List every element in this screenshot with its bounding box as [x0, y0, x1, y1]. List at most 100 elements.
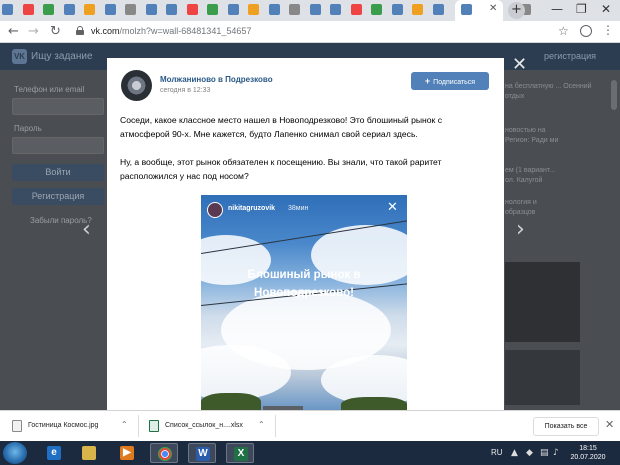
tab-favicon-icon[interactable] [207, 4, 218, 15]
post-date[interactable]: сегодня в 12:33 [160, 87, 210, 94]
new-tab-button[interactable]: + [508, 2, 525, 19]
media-player-icon: ▶ [120, 446, 134, 460]
downloads-close-icon[interactable]: ✕ [605, 418, 614, 431]
tab-favicon-icon[interactable] [309, 4, 321, 15]
tab-favicon-icon[interactable] [2, 4, 13, 15]
phone-field[interactable] [12, 98, 104, 115]
page-scrollbar[interactable] [611, 80, 617, 110]
subscribe-label: Подписаться [433, 79, 476, 86]
start-button[interactable] [3, 442, 27, 464]
tab-favicon-icon[interactable] [412, 4, 423, 15]
background-photo[interactable] [505, 262, 580, 342]
chevron-up-icon[interactable]: ⌃ [258, 420, 265, 429]
back-button[interactable]: ← [8, 24, 19, 39]
bookmark-star-icon[interactable]: ☆ [558, 24, 569, 38]
tab-favicon-icon[interactable] [43, 4, 54, 15]
password-field[interactable] [12, 137, 104, 154]
windows-taskbar: e ▶ W X RU ▲ ◆ ▤ ♪ 18:15 20.07.2020 [0, 441, 620, 465]
taskbar-word[interactable]: W [188, 443, 216, 463]
tab-favicon-icon[interactable] [186, 4, 198, 15]
chevron-up-icon[interactable]: ⌃ [121, 420, 128, 429]
window-close-button[interactable]: ✕ [601, 2, 611, 16]
tab-favicon-icon[interactable] [289, 4, 300, 15]
register-button[interactable]: Регистрация [12, 188, 104, 205]
maximize-button[interactable]: ❐ [576, 2, 587, 16]
story-image[interactable]: nikitagruzovik 38мин ✕ Блошиный рынок в … [201, 195, 407, 410]
story-caption: Блошиный рынок в Новоподрезково! [201, 266, 407, 302]
profile-icon[interactable] [580, 25, 592, 37]
tab-close-icon[interactable]: ✕ [489, 3, 497, 14]
tree-shape [341, 397, 407, 410]
subscribe-button[interactable]: + Подписаться [411, 72, 489, 90]
clock-date: 20.07.2020 [570, 454, 606, 461]
lock-icon [76, 26, 84, 35]
network-icon[interactable]: ▤ [540, 448, 549, 458]
taskbar-explorer[interactable] [75, 443, 103, 463]
tab-favicon-icon[interactable] [432, 4, 444, 15]
tab-favicon-icon[interactable] [350, 4, 362, 15]
tab-strip [0, 0, 620, 21]
download-item[interactable]: Гостиница Космос.jpg ⌃ [8, 417, 133, 436]
right-note: на бесплатную ... Осенний [505, 83, 592, 90]
tray-shield-icon[interactable]: ◆ [526, 448, 533, 458]
forward-button[interactable]: → [28, 24, 39, 39]
post-text-line: Соседи, какое классное место нашел в Нов… [120, 115, 442, 125]
tab-favicon-icon[interactable] [125, 4, 136, 15]
story-caption-line: Новоподрезково! [254, 287, 354, 299]
vk-favicon-icon [461, 4, 472, 15]
excel-icon: X [234, 447, 248, 461]
background-photo[interactable] [505, 350, 580, 405]
password-label: Пароль [14, 124, 42, 133]
story-time: 38мин [288, 205, 309, 212]
prev-post-arrow[interactable]: ‹ [82, 219, 91, 241]
taskbar-chrome[interactable] [150, 443, 178, 463]
taskbar-excel[interactable]: X [226, 443, 254, 463]
excel-file-icon [149, 420, 159, 432]
taskbar-media[interactable]: ▶ [113, 443, 141, 463]
tab-favicon-icon[interactable] [22, 4, 34, 15]
language-indicator[interactable]: RU [491, 448, 503, 457]
url-path: /molzh?w=wall-68481341_54657 [119, 26, 252, 36]
volume-icon[interactable]: ♪ [553, 448, 559, 458]
chrome-icon [158, 447, 172, 461]
download-item[interactable]: Список_ссылок_н....xlsx ⌃ [145, 417, 270, 436]
divider [275, 415, 276, 437]
taskbar-ie[interactable]: e [40, 443, 68, 463]
reload-button[interactable]: ↻ [50, 24, 61, 39]
post-text-line: Ну, а вообще, этот рынок обязателен к по… [120, 157, 442, 167]
vk-logo-text: Ищу задание [31, 51, 93, 62]
tab-favicon-icon[interactable] [391, 4, 403, 15]
image-file-icon [12, 420, 22, 432]
right-note: образцов [505, 209, 536, 216]
tab-favicon-icon[interactable] [248, 4, 259, 15]
tab-favicon-icon[interactable] [166, 4, 177, 15]
tab-favicon-icon[interactable] [84, 4, 95, 15]
tab-favicon-icon[interactable] [371, 4, 382, 15]
vk-logo[interactable]: VK [12, 49, 27, 64]
tab-favicon-icon[interactable] [145, 4, 157, 15]
tab-favicon-icon[interactable] [63, 4, 75, 15]
minimize-button[interactable]: — [551, 2, 563, 16]
modal-close-button[interactable]: ✕ [512, 55, 527, 75]
tray-expand-icon[interactable]: ▲ [511, 448, 518, 458]
clock-time: 18:15 [579, 445, 597, 452]
tab-favicon-icon[interactable] [330, 4, 341, 15]
next-post-arrow[interactable]: › [516, 219, 525, 241]
show-all-downloads-button[interactable]: Показать все [533, 417, 599, 436]
tab-favicon-icon[interactable] [104, 4, 116, 15]
right-note: ол. Калугой [505, 177, 543, 184]
tree-shape [201, 393, 261, 410]
login-button[interactable]: Войти [12, 164, 104, 181]
active-tab[interactable]: ✕ [455, 0, 503, 21]
vk-register-link[interactable]: регистрация [544, 51, 596, 61]
group-avatar[interactable] [121, 70, 152, 101]
tab-favicon-icon[interactable] [227, 4, 239, 15]
story-user-avatar[interactable] [207, 202, 223, 218]
system-clock[interactable]: 18:15 20.07.2020 [566, 444, 610, 462]
browser-menu-icon[interactable]: ⋮ [602, 23, 614, 37]
story-caption-line: Блошиный рынок в [247, 269, 361, 281]
address-bar[interactable]: vk.com/molzh?w=wall-68481341_54657 [91, 26, 251, 36]
group-name-link[interactable]: Молжаниново в Подрезково [160, 75, 273, 84]
tab-favicon-icon[interactable] [268, 4, 280, 15]
story-username[interactable]: nikitagruzovik [228, 205, 275, 212]
